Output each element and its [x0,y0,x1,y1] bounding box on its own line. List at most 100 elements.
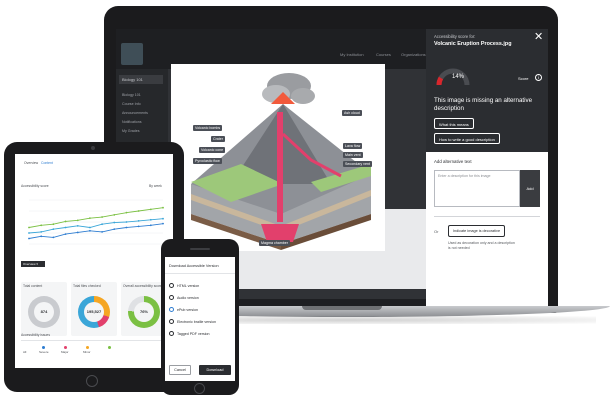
data-point [137,210,140,212]
device-mockup-scene: My Institution Courses Organizations Bio… [0,0,610,397]
main-vent-shape [277,112,283,222]
issues-title: Accessibility issues [21,333,51,337]
data-point [162,217,164,220]
option-audio[interactable]: Audio version [169,295,199,303]
data-point [52,223,55,226]
data-point [40,235,43,238]
option-html[interactable]: HTML version [169,283,199,291]
laptop-notch [302,306,382,310]
data-point [113,228,116,231]
issue-stat-severe[interactable]: Severe [39,350,49,354]
divider [434,216,540,217]
stat-card-files-checked: Total files checked 195,527 [71,282,117,336]
data-point [64,226,67,229]
data-point [149,208,152,211]
lms-logo [121,43,143,65]
data-point [113,213,116,216]
score-gauge-fill [436,76,444,86]
label-secondary-vent: Secondary vent [343,161,372,167]
issue-stat-all[interactable]: All [23,350,26,354]
sidebar-item-notifications[interactable]: Notifications [122,120,142,124]
data-point [89,217,91,220]
divider [165,273,235,274]
option-label: HTML version [177,284,200,288]
mark-decorative-button[interactable]: Indicate image is decorative [448,225,506,237]
sidebar-item-course[interactable]: Biology 101 [122,93,141,97]
phone-screen: Download Accessible Version HTML version… [165,257,235,381]
or-label: Or [434,229,439,234]
card-value: 874 [34,302,54,322]
data-point [52,228,55,231]
tablet-screen: Overview Content Accessibility score By … [15,154,173,368]
sidebar-item-course-info[interactable]: Course Info [122,102,141,106]
score-trend-chart [28,199,164,245]
data-point [40,224,43,227]
tablet-camera [91,146,95,150]
issue-stat-major[interactable]: Major [61,350,69,354]
label-pyroclastic-flow: Pyroclastic flow [193,158,222,164]
severity-dot [42,346,45,349]
issue-stat-minor[interactable]: Minor [83,350,91,354]
score-label: Score [518,76,529,81]
option-epub[interactable]: ePub version [169,307,198,315]
severity-dot [86,346,89,349]
data-point [101,223,103,226]
label-volcanic-bombs: Volcanic bombs [193,125,223,131]
radio-button[interactable] [169,331,174,336]
decorative-note: Used as decoration only and a descriptio… [448,241,515,250]
tab-overview[interactable]: Overview [24,161,38,165]
radio-button-selected[interactable] [169,307,174,312]
card-title: Total content [23,284,43,288]
card-value: 195,527 [84,302,104,322]
ring-chart: 76% [128,296,160,328]
option-tagged-pdf[interactable]: Tagged PDF version [169,331,210,339]
data-point [76,224,79,227]
radio-button[interactable] [169,319,174,324]
data-point [162,222,164,225]
card-value: 76% [134,302,154,322]
ring-chart: 874 [28,296,60,328]
radio-button[interactable] [169,295,174,300]
data-point [28,237,30,240]
data-point [137,225,140,228]
score-for-label: Accessibility score for: [434,34,476,39]
download-button[interactable]: Download [199,365,231,375]
option-braille[interactable]: Electronic braille version [169,319,216,327]
option-label: Audio version [177,296,199,300]
label-magma-chamber: Magma chamber [259,240,290,246]
topbar-link-organizations[interactable]: Organizations [401,52,426,57]
sidebar-item-grades[interactable]: My Grades [122,129,140,133]
chart-period-select[interactable]: By week [149,184,162,188]
data-point [101,231,103,233]
data-point [101,216,103,218]
radio-button[interactable] [169,283,174,288]
series-line [28,207,164,228]
alt-text-input[interactable]: Enter a description for this image [434,170,520,207]
data-point [64,233,67,235]
topbar-link-courses[interactable]: Courses [376,52,391,57]
card-title: Total files checked [73,284,101,288]
overview-dropdown[interactable]: Overview ▾ [21,261,45,267]
data-point [28,226,30,229]
topbar-link-institution[interactable]: My Institution [340,52,364,57]
add-alt-text-button[interactable]: Add [520,170,540,207]
info-icon[interactable]: i [535,74,542,81]
data-point [40,231,43,233]
how-to-write-button[interactable]: How to write a good description [434,133,500,144]
card-title: Overall accessibility score [123,284,163,288]
phone-speaker [190,248,210,250]
course-title[interactable]: Biology 101 [119,75,163,84]
volcano-image[interactable]: Volcanic bombs Crater Volcanic cone Pyro… [171,64,385,251]
sidebar-item-announcements[interactable]: Announcements [122,111,148,115]
accessibility-panel-header: Accessibility score for: Volcanic Erupti… [426,29,548,152]
data-point [162,206,164,209]
severity-dot [108,346,111,349]
missing-alt-message: This image is missing an alternative des… [434,97,533,112]
label-crater: Crater [211,136,225,142]
close-icon[interactable]: ✕ [534,32,543,43]
what-this-means-button[interactable]: What this means [434,118,474,129]
data-point [149,224,152,227]
cancel-button[interactable]: Cancel [169,365,191,375]
tab-content[interactable]: Content [41,161,53,165]
option-label: ePub version [177,308,198,312]
